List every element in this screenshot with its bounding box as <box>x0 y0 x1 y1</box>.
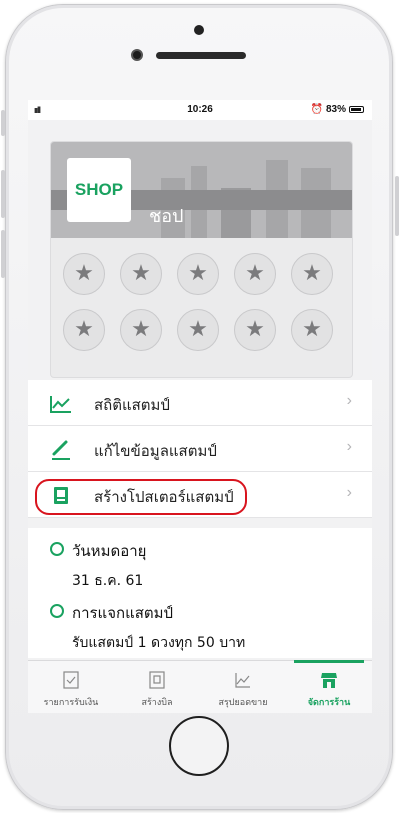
star-icon: ★ <box>245 316 265 341</box>
expiry-value: 31 ธ.ค. 61 <box>72 573 144 589</box>
tab-manage-store[interactable]: จัดการร้าน <box>286 660 372 713</box>
battery-icon <box>349 106 364 113</box>
highlight-ring <box>35 479 247 515</box>
shop-logo: SHOP <box>67 158 131 222</box>
status-bar: ııll 10:26 ⏰ 83% <box>28 100 372 120</box>
stamp-info-panel: วันหมดอายุ 31 ธ.ค. 61 การแจกแสตมป์ รับแส… <box>28 528 372 658</box>
shop-name: ชอป <box>149 206 184 227</box>
line-chart-icon <box>235 673 250 688</box>
receipt-icon <box>63 671 79 689</box>
tab-label: สร้างบิล <box>141 698 173 708</box>
battery-percent: 83% <box>325 104 346 115</box>
chevron-right-icon: › <box>346 438 352 455</box>
stamp-slot: ★ <box>234 253 276 295</box>
star-badge-icon <box>50 604 64 618</box>
earpiece-speaker <box>156 52 246 59</box>
tab-receipts[interactable]: รายการรับเงิน <box>28 661 114 713</box>
stamp-card: SHOP ชอป ★ ★ ★ ★ ★ ★ ★ ★ ★ ★ <box>50 141 353 378</box>
shop-banner: SHOP ชอป <box>51 142 352 238</box>
chevron-right-icon: › <box>346 484 352 501</box>
star-icon: ★ <box>302 316 322 341</box>
mute-switch <box>1 110 5 136</box>
star-icon: ★ <box>74 260 94 285</box>
stamp-slot: ★ <box>234 309 276 351</box>
tab-create-bill[interactable]: สร้างบิล <box>114 661 200 713</box>
star-icon: ★ <box>302 260 322 285</box>
star-icon: ★ <box>188 260 208 285</box>
volume-down-button <box>1 230 5 278</box>
shop-logo-text: SHOP <box>74 180 124 199</box>
app-screen: ııll 10:26 ⏰ 83% SHOP ชอป ★ ★ ★ ★ ★ ★ ★ ★ ★ ★ <box>28 100 372 713</box>
stamp-slot: ★ <box>291 309 333 351</box>
chart-icon <box>50 396 71 413</box>
star-icon: ★ <box>131 260 151 285</box>
tab-bar: รายการรับเงิน สร้างบิล สรุปยอดขาย จัดการ <box>28 660 372 713</box>
stamp-menu: สถิติแสตมป์ › แก้ไขข้อมูลแสตมป์ › สร้างโ… <box>28 380 372 518</box>
tab-sales-summary[interactable]: สรุปยอดขาย <box>200 661 286 713</box>
tab-label: จัดการร้าน <box>307 698 351 708</box>
stamp-slot: ★ <box>177 253 219 295</box>
rule-title: การแจกแสตมป์ <box>72 604 174 622</box>
stamp-slot: ★ <box>120 253 162 295</box>
menu-item-edit[interactable]: แก้ไขข้อมูลแสตมป์ › <box>28 426 372 472</box>
tab-label: รายการรับเงิน <box>43 698 99 708</box>
chevron-right-icon: › <box>346 392 352 409</box>
alarm-icon: ⏰ <box>310 104 323 115</box>
star-icon: ★ <box>245 260 265 285</box>
home-button[interactable] <box>169 716 229 776</box>
stamp-slot: ★ <box>63 253 105 295</box>
bill-icon <box>149 671 165 689</box>
expiry-title: วันหมดอายุ <box>72 542 147 560</box>
stamp-slot: ★ <box>63 309 105 351</box>
store-icon <box>321 673 337 688</box>
menu-item-label: แก้ไขข้อมูลแสตมป์ <box>94 442 217 460</box>
stamp-slot: ★ <box>120 309 162 351</box>
status-right: ⏰ 83% <box>311 104 364 115</box>
tab-label: สรุปยอดขาย <box>218 698 268 708</box>
volume-up-button <box>1 170 5 218</box>
front-camera <box>131 49 143 61</box>
menu-item-stats[interactable]: สถิติแสตมป์ › <box>28 380 372 426</box>
stamp-slot: ★ <box>291 253 333 295</box>
clock-icon <box>50 542 64 556</box>
menu-item-label: สถิติแสตมป์ <box>94 396 170 414</box>
star-icon: ★ <box>131 316 151 341</box>
sensor-dot <box>194 25 204 35</box>
stamp-slot: ★ <box>177 309 219 351</box>
power-button <box>395 176 399 236</box>
active-tab-indicator <box>294 660 364 663</box>
star-icon: ★ <box>74 316 94 341</box>
star-icon: ★ <box>188 316 208 341</box>
rule-value: รับแสตมป์ 1 ดวงทุก 50 บาท <box>72 635 246 651</box>
pencil-icon <box>52 440 70 460</box>
